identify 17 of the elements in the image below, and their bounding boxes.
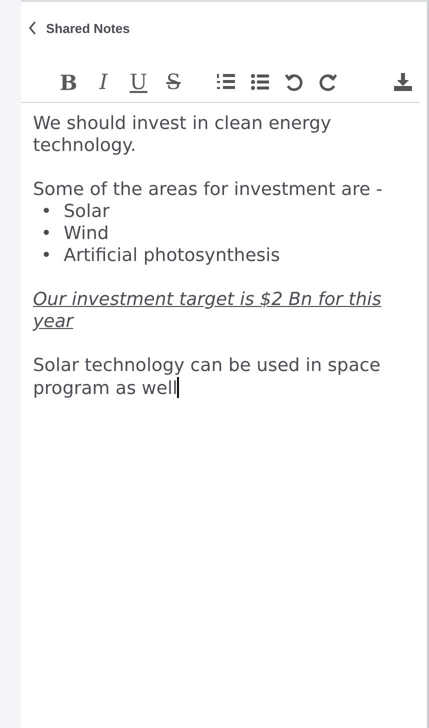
text-cursor [177, 377, 180, 398]
bold-button[interactable]: B [51, 70, 86, 94]
bullet-item: Artificial photosynthesis [64, 245, 280, 267]
note-paragraph: We should invest in clean energy technology. [33, 113, 332, 157]
bullet-marker: • [41, 223, 52, 245]
bullet-marker: • [41, 201, 52, 223]
bullet-marker: • [41, 245, 52, 267]
italic-button[interactable]: I [86, 70, 121, 94]
bullet-item: Wind [64, 223, 109, 245]
note-paragraph: Solar technology can be used in space program as well [33, 355, 382, 400]
underline-button[interactable]: U [121, 70, 156, 94]
back-icon[interactable] [28, 21, 37, 35]
note-paragraph: Some of the areas for investment are - [33, 179, 384, 201]
strike-button[interactable]: S [156, 70, 191, 94]
note-paragraph: Our investment target is $2 Bn for this year [33, 289, 382, 333]
bullet-item: Solar [64, 201, 110, 223]
panel-title: Shared Notes [46, 20, 130, 36]
